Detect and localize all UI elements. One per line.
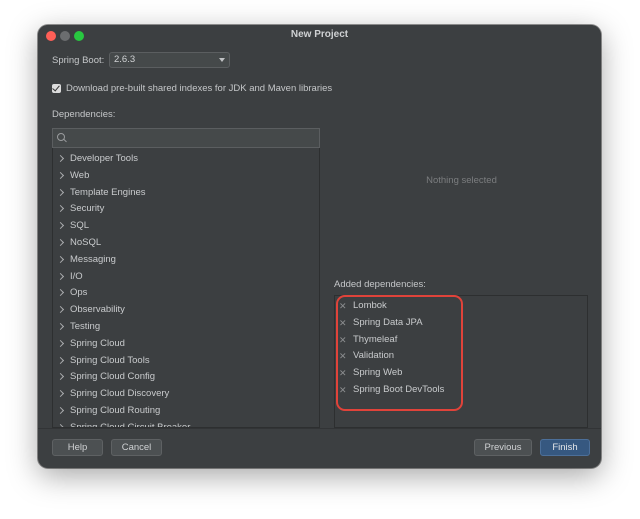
- tree-item[interactable]: Spring Cloud Config: [53, 369, 319, 385]
- download-indexes-label[interactable]: Download pre-built shared indexes for JD…: [66, 83, 332, 94]
- tree-item-label: Spring Cloud: [70, 337, 125, 349]
- dependency-search-input[interactable]: [52, 128, 320, 148]
- chevron-right-icon[interactable]: [56, 171, 65, 179]
- chevron-right-icon[interactable]: [56, 339, 65, 347]
- tree-item-label: Spring Cloud Circuit Breaker: [70, 421, 191, 428]
- tree-item-label: Spring Cloud Tools: [70, 354, 150, 366]
- tree-item[interactable]: Spring Cloud Tools: [53, 353, 319, 369]
- tree-item[interactable]: Template Engines: [53, 185, 319, 201]
- chevron-right-icon[interactable]: [56, 356, 65, 364]
- search-icon: [57, 133, 65, 141]
- checkmark-icon: [52, 83, 60, 92]
- previous-button[interactable]: Previous: [474, 439, 532, 456]
- chevron-right-icon[interactable]: [56, 272, 65, 280]
- help-button[interactable]: Help: [52, 439, 103, 456]
- chevron-right-icon[interactable]: [56, 222, 65, 230]
- tree-item[interactable]: Spring Cloud Discovery: [53, 386, 319, 402]
- tree-item-label: Spring Cloud Config: [70, 371, 156, 383]
- dependency-details-panel: [334, 128, 589, 273]
- added-dependencies-highlight: [336, 295, 463, 411]
- tree-item-label: Spring Cloud Discovery: [70, 388, 170, 400]
- chevron-right-icon[interactable]: [56, 306, 65, 314]
- chevron-right-icon[interactable]: [56, 188, 65, 196]
- tree-item-label: Template Engines: [70, 186, 146, 198]
- spring-boot-version-select[interactable]: 2.6.3: [109, 52, 230, 68]
- title-bar: New Project: [38, 25, 601, 47]
- chevron-right-icon[interactable]: [56, 154, 65, 163]
- chevron-right-icon[interactable]: [56, 238, 65, 247]
- tree-item[interactable]: I/O: [53, 269, 319, 285]
- tree-item-label: NoSQL: [70, 237, 102, 248]
- chevron-right-icon[interactable]: [56, 406, 65, 415]
- tree-item[interactable]: Security: [53, 201, 319, 217]
- tree-item-label: Ops: [70, 287, 88, 299]
- tree-item[interactable]: Testing: [53, 319, 319, 335]
- dependencies-label: Dependencies:: [52, 109, 116, 120]
- spring-boot-label: Spring Boot:: [52, 55, 105, 66]
- footer-divider: [38, 428, 601, 429]
- tree-item[interactable]: Messaging: [53, 252, 319, 268]
- tree-item-label: Developer Tools: [70, 153, 138, 164]
- tree-item[interactable]: Spring Cloud: [53, 336, 319, 352]
- window-title: New Project: [290, 29, 349, 40]
- finish-button[interactable]: Finish: [540, 439, 590, 456]
- dependency-category-tree[interactable]: Developer Tools Web Template Engines Securi…: [52, 148, 320, 428]
- added-dependencies-label: Added dependencies:: [334, 279, 426, 290]
- spring-boot-version-value: 2.6.3: [114, 54, 136, 65]
- tree-item[interactable]: Ops: [53, 285, 319, 301]
- tree-item-label: I/O: [70, 270, 83, 282]
- tree-item-label: Messaging: [70, 253, 116, 265]
- tree-item-label: Testing: [70, 321, 101, 332]
- tree-item[interactable]: Observability: [53, 302, 319, 318]
- tree-item-label: SQL: [70, 220, 90, 232]
- new-project-dialog: New Project Spring Boot: 2.6.3 Download …: [38, 25, 601, 468]
- chevron-right-icon[interactable]: [56, 255, 65, 263]
- tree-item[interactable]: Developer Tools: [53, 151, 319, 167]
- tree-item[interactable]: Spring Cloud Circuit Breaker: [53, 420, 319, 428]
- download-indexes-checkbox[interactable]: [52, 83, 61, 93]
- tree-item[interactable]: Spring Cloud Routing: [53, 403, 319, 419]
- tree-item-label: Web: [70, 169, 90, 181]
- tree-item-label: Security: [70, 203, 105, 215]
- chevron-right-icon[interactable]: [56, 390, 65, 398]
- nothing-selected-text: Nothing selected: [426, 175, 497, 186]
- tree-item-label: Spring Cloud Routing: [70, 405, 161, 416]
- chevron-right-icon[interactable]: [56, 289, 65, 297]
- cancel-button[interactable]: Cancel: [111, 439, 162, 456]
- chevron-down-icon: [219, 58, 225, 62]
- tree-item[interactable]: NoSQL: [53, 235, 319, 251]
- tree-item[interactable]: SQL: [53, 218, 319, 234]
- chevron-right-icon[interactable]: [56, 373, 65, 381]
- tree-item[interactable]: Web: [53, 168, 319, 184]
- chevron-right-icon[interactable]: [56, 322, 65, 331]
- tree-item-label: Observability: [70, 304, 125, 316]
- chevron-right-icon[interactable]: [56, 205, 65, 213]
